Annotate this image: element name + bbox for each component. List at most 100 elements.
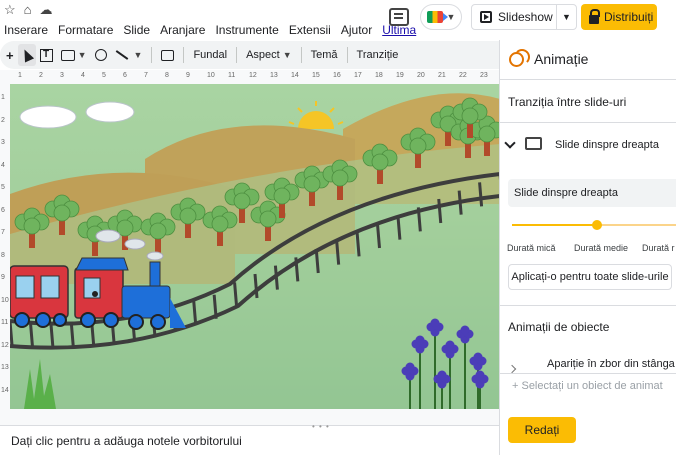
- star-icon[interactable]: ☆: [4, 2, 16, 18]
- meet-icon: [426, 11, 448, 23]
- play-button[interactable]: Redați: [508, 417, 576, 443]
- speaker-notes[interactable]: • • • Dați clic pentru a adăuga notele v…: [0, 422, 500, 455]
- transition-item[interactable]: Slide dinspre dreapta: [500, 122, 676, 170]
- select-tool-button[interactable]: [17, 44, 36, 66]
- cloud-status-icon[interactable]: ☁: [40, 2, 53, 18]
- track-tie: [335, 240, 341, 265]
- transition-type-select[interactable]: Slide dinspre dreapta: [508, 179, 676, 207]
- ruler-tick-label: 13: [270, 72, 278, 79]
- duration-slider-handle[interactable]: [592, 220, 602, 230]
- shape-button[interactable]: [91, 44, 111, 66]
- apply-to-all-button[interactable]: Aplicați-o pentru toate slide-urile: [508, 264, 672, 290]
- background-button[interactable]: Fundal: [189, 44, 231, 66]
- ruler-tick-label: 19: [396, 72, 404, 79]
- motion-icon: [509, 49, 530, 67]
- theme-button[interactable]: Temă: [307, 44, 342, 66]
- ruler-tick-label: 16: [333, 72, 341, 79]
- menu-slide[interactable]: Slide: [123, 23, 150, 37]
- divider: [346, 47, 348, 63]
- ruler-tick-label: 17: [354, 72, 362, 79]
- share-button[interactable]: Distribuiți: [581, 4, 657, 30]
- slideshow-label: Slideshow: [498, 10, 553, 24]
- slideshow-dropdown-icon[interactable]: ▼: [562, 12, 571, 22]
- ruler-tick-label: 1: [1, 94, 5, 101]
- ruler-tick-label: 21: [438, 72, 446, 79]
- ruler-tick-label: 10: [207, 72, 215, 79]
- sun: [288, 101, 344, 129]
- chevron-right-icon[interactable]: [507, 364, 517, 374]
- menu-format[interactable]: Formatare: [58, 23, 113, 37]
- slideshow-icon: [480, 11, 492, 23]
- track-tie: [233, 282, 239, 307]
- comments-icon[interactable]: [389, 8, 409, 26]
- ruler-tick-label: 18: [375, 72, 383, 79]
- menu-arrange[interactable]: Aranjare: [160, 23, 205, 37]
- ruler-tick-label: 7: [144, 72, 148, 79]
- chevron-down-icon[interactable]: [504, 137, 516, 149]
- resize-handle[interactable]: • • •: [312, 422, 330, 431]
- ruler-tick-label: 6: [1, 206, 5, 214]
- ruler-tick-label: 10: [1, 296, 9, 304]
- speaker-notes-placeholder: Dați clic pentru a adăuga notele vorbito…: [11, 434, 242, 448]
- ruler-tick-label: 5: [1, 184, 5, 191]
- toolbar: + T ▼ ▼ Fundal Aspect ▼ Temă Tranziție: [0, 41, 500, 69]
- menu-tools[interactable]: Instrumente: [215, 23, 278, 37]
- track-tie: [10, 320, 14, 346]
- line-button[interactable]: ▼: [111, 44, 147, 66]
- duration-label-medium: Durată medie: [574, 243, 629, 253]
- animation-panel: Animație Tranziția între slide-uri Slide…: [499, 40, 676, 455]
- ruler-tick-label: 23: [480, 72, 488, 79]
- insert-image-button[interactable]: ▼: [57, 44, 91, 66]
- cloud: [19, 101, 135, 129]
- chevron-down-icon: ▼: [77, 50, 87, 60]
- track-tie: [212, 294, 218, 319]
- layout-button[interactable]: Aspect ▼: [242, 44, 296, 66]
- chevron-down-icon: ▼: [446, 12, 456, 22]
- slide-canvas[interactable]: [10, 84, 500, 409]
- slide-transition-heading: Tranziția între slide-uri: [508, 95, 627, 109]
- text-box-button[interactable]: T: [36, 44, 57, 66]
- menu-bar: Inserare Formatare Slide Aranjare Instru…: [4, 23, 416, 37]
- track-tie: [49, 322, 55, 347]
- horizontal-ruler: 1 2 3 4 5 6 7 8 9 10 11 12 13 14 15 16 17 18 19 20 21 22 23: [10, 70, 500, 82]
- ruler-tick-label: 22: [459, 72, 467, 79]
- ruler-tick-label: 9: [186, 72, 190, 79]
- transition-button[interactable]: Tranziție: [353, 44, 403, 66]
- ruler-tick-label: 15: [312, 72, 320, 79]
- add-object-animation[interactable]: + Selectați un obiect de animat: [500, 373, 676, 399]
- ruler-tick-label: 20: [417, 72, 425, 79]
- duration-slider-fill: [512, 224, 597, 226]
- transition-item-label: Slide dinspre dreapta: [555, 139, 659, 151]
- ruler-tick-label: 5: [102, 72, 106, 79]
- divider: [500, 305, 676, 306]
- track-tie: [294, 257, 300, 282]
- track-tie: [376, 223, 381, 249]
- ruler-tick-label: 3: [60, 72, 64, 79]
- panel-title: Animație: [534, 51, 589, 67]
- ruler-tick-label: 3: [1, 139, 5, 146]
- menu-help[interactable]: Ajutor: [341, 23, 372, 37]
- track-tie: [273, 265, 279, 290]
- move-to-folder-icon[interactable]: ⌂: [24, 2, 32, 18]
- add-slide-icon[interactable]: +: [2, 44, 18, 66]
- share-label: Distribuiți: [604, 10, 654, 24]
- meet-button[interactable]: ▼: [420, 4, 462, 30]
- ruler-tick-label: 1: [18, 72, 22, 79]
- ruler-tick-label: 2: [1, 116, 5, 124]
- menu-insert[interactable]: Inserare: [4, 23, 48, 37]
- line-icon: [115, 50, 128, 60]
- ruler-tick-label: 6: [123, 72, 127, 79]
- ruler-tick-label: 13: [1, 364, 9, 371]
- add-comment-button[interactable]: [157, 44, 178, 66]
- top-bar: ☆ ⌂ ☁ Inserare Formatare Slide Aranjare …: [0, 0, 676, 40]
- track-tie: [416, 207, 422, 232]
- ruler-tick-label: 11: [228, 72, 236, 79]
- ruler-tick-label: 8: [1, 251, 5, 259]
- track-tie: [355, 232, 361, 257]
- text-box-icon: T: [39, 48, 53, 62]
- app-window: ☆ ⌂ ☁ Inserare Formatare Slide Aranjare …: [0, 0, 676, 455]
- chevron-down-icon: ▼: [133, 50, 143, 60]
- slideshow-button[interactable]: Slideshow ▼: [471, 4, 577, 30]
- ruler-tick-label: 14: [291, 72, 299, 79]
- menu-extensions[interactable]: Extensii: [289, 23, 331, 37]
